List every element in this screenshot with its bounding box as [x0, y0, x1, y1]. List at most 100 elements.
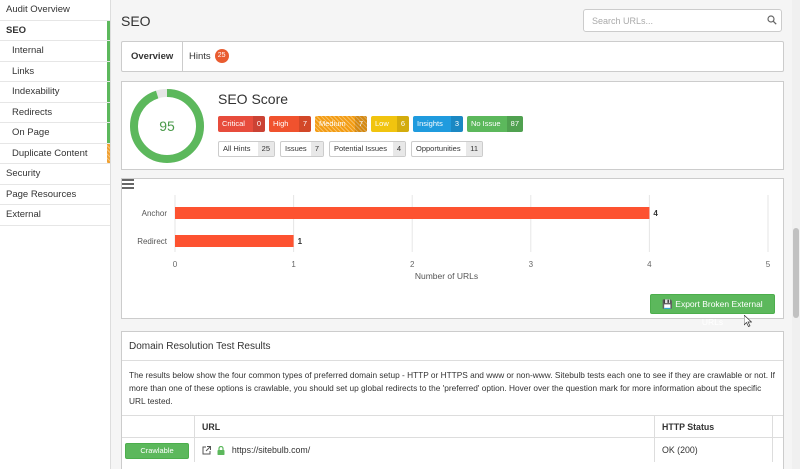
- seo-score-card: 95 SEO Score Critical 0 High 7 Medium 7 Low…: [121, 81, 784, 170]
- sidebar: Audit Overview SEO Internal Links Indexa…: [0, 0, 111, 469]
- sidebar-item-label: Internal: [12, 45, 44, 56]
- tab-bar: Overview Hints 25: [121, 41, 784, 72]
- badge-label: Low: [375, 119, 389, 128]
- table-row: Crawlable https://sitebulb.com/ OK (200): [122, 438, 783, 462]
- app-window: Audit Overview SEO Internal Links Indexa…: [0, 0, 800, 469]
- url-text: https://sitebulb.com/: [231, 445, 311, 455]
- page-scrollbar[interactable]: [792, 0, 800, 469]
- tab-label: Overview: [131, 51, 174, 62]
- x-tick-label: 2: [410, 260, 415, 269]
- sidebar-item-redirects[interactable]: Redirects: [0, 102, 110, 123]
- badge-low[interactable]: Low 6: [371, 116, 409, 132]
- badge-high[interactable]: High 7: [269, 116, 311, 132]
- tab-label: Hints: [189, 51, 211, 62]
- filter-count: 7: [310, 142, 323, 156]
- status-bar-green: [107, 123, 110, 143]
- url-cell: https://sitebulb.com/: [194, 438, 654, 462]
- filter-count: 4: [392, 142, 405, 156]
- score-ring: 95: [130, 89, 204, 163]
- filter-label: Opportunities: [416, 144, 461, 153]
- category-label: Anchor: [142, 209, 168, 218]
- badge-critical[interactable]: Critical 0: [218, 116, 265, 132]
- badge-medium[interactable]: Medium 7: [315, 116, 367, 132]
- bar: [175, 235, 294, 247]
- hamburger-menu-icon[interactable]: [122, 179, 134, 189]
- sidebar-item-links[interactable]: Links: [0, 61, 110, 82]
- x-tick-label: 1: [291, 260, 296, 269]
- filter-label: Issues: [285, 144, 307, 153]
- tab-overview[interactable]: Overview: [122, 42, 184, 71]
- badge-count: 3: [450, 116, 463, 132]
- sidebar-item-on-page[interactable]: On Page: [0, 123, 110, 144]
- status-cell: Crawlable: [122, 438, 194, 462]
- status-bar-green: [107, 61, 110, 81]
- save-icon: 💾: [662, 299, 673, 309]
- filter-all-hints[interactable]: All Hints 25: [218, 141, 275, 157]
- http-status-cell: OK (200): [654, 438, 772, 462]
- data-label: 1: [298, 237, 303, 246]
- lock-icon: [217, 446, 225, 456]
- badge-label: Critical: [222, 119, 245, 128]
- filter-count: 25: [257, 142, 274, 156]
- sidebar-item-label: On Page: [12, 127, 50, 138]
- column-header-url: URL: [194, 416, 654, 438]
- sidebar-item-label: Security: [6, 168, 41, 179]
- external-link-icon[interactable]: [202, 446, 211, 455]
- domain-card-title: Domain Resolution Test Results: [122, 332, 783, 361]
- score-value: 95: [159, 118, 175, 134]
- scrollbar-thumb[interactable]: [793, 228, 799, 318]
- export-broken-external-urls-button[interactable]: 💾 Export Broken External URLs: [650, 294, 775, 327]
- badge-label: Medium: [319, 119, 346, 128]
- score-title: SEO Score: [218, 91, 289, 107]
- domain-description: The results below show the four common t…: [129, 370, 775, 406]
- column-header-http-status: HTTP Status: [654, 416, 772, 438]
- badge-label: No Issue: [471, 119, 501, 128]
- badge-count: 7: [298, 116, 311, 132]
- x-tick-label: 5: [766, 260, 771, 269]
- filter-label: All Hints: [223, 144, 251, 153]
- bar: [175, 207, 650, 219]
- sidebar-item-indexability[interactable]: Indexability: [0, 82, 110, 103]
- x-axis-label: Number of URLs: [415, 271, 478, 281]
- filter-issues[interactable]: Issues 7: [280, 141, 324, 157]
- sidebar-item-label: Redirects: [12, 106, 53, 118]
- sidebar-item-seo[interactable]: SEO: [0, 20, 110, 41]
- sidebar-item-audit-overview[interactable]: Audit Overview: [0, 0, 110, 21]
- status-bar-green: [107, 82, 110, 102]
- sidebar-item-internal[interactable]: Internal: [0, 41, 110, 62]
- mouse-cursor-icon: [744, 315, 752, 327]
- status-bar-green: [107, 102, 110, 122]
- badge-count: 87: [506, 116, 523, 132]
- filter-potential-issues[interactable]: Potential Issues 4: [329, 141, 406, 157]
- main-content: SEO Overview Hints25 95 SEO Score Critic…: [111, 0, 800, 469]
- x-tick-label: 4: [647, 260, 652, 269]
- badge-count: 7: [354, 116, 367, 132]
- sidebar-item-external[interactable]: External: [0, 205, 110, 226]
- sidebar-item-duplicate-content[interactable]: Duplicate Content: [0, 143, 110, 164]
- badge-insights[interactable]: Insights 3: [413, 116, 463, 132]
- badge-count: 6: [396, 116, 409, 132]
- badge-label: High: [273, 119, 289, 128]
- status-bar-orange: [107, 143, 110, 163]
- sidebar-item-label: Links: [12, 65, 35, 77]
- category-label: Redirect: [137, 237, 168, 246]
- sidebar-item-label: SEO: [6, 24, 27, 36]
- filter-count: 11: [466, 142, 482, 156]
- sidebar-item-security[interactable]: Security: [0, 164, 110, 185]
- sidebar-item-label: Indexability: [12, 86, 60, 97]
- crawlable-button[interactable]: Crawlable: [125, 443, 189, 459]
- data-label: 4: [653, 209, 658, 218]
- status-bar-green: [107, 20, 110, 40]
- search-input[interactable]: [583, 9, 782, 32]
- x-tick-label: 0: [173, 260, 178, 269]
- bar-chart: 0 1 2 3 4 5 Number of URLs Anchor 4 Redirect 1: [137, 195, 771, 281]
- sidebar-item-page-resources[interactable]: Page Resources: [0, 185, 110, 205]
- column-header-extra: [772, 416, 783, 438]
- sidebar-item-label: Duplicate Content: [12, 147, 88, 159]
- badge-no-issue[interactable]: No Issue 87: [467, 116, 523, 132]
- filter-opportunities[interactable]: Opportunities 11: [411, 141, 483, 157]
- extra-cell: [772, 438, 783, 462]
- tab-hints[interactable]: Hints 25: [180, 42, 238, 71]
- search-icon[interactable]: [767, 15, 777, 25]
- status-bar-green: [107, 41, 110, 61]
